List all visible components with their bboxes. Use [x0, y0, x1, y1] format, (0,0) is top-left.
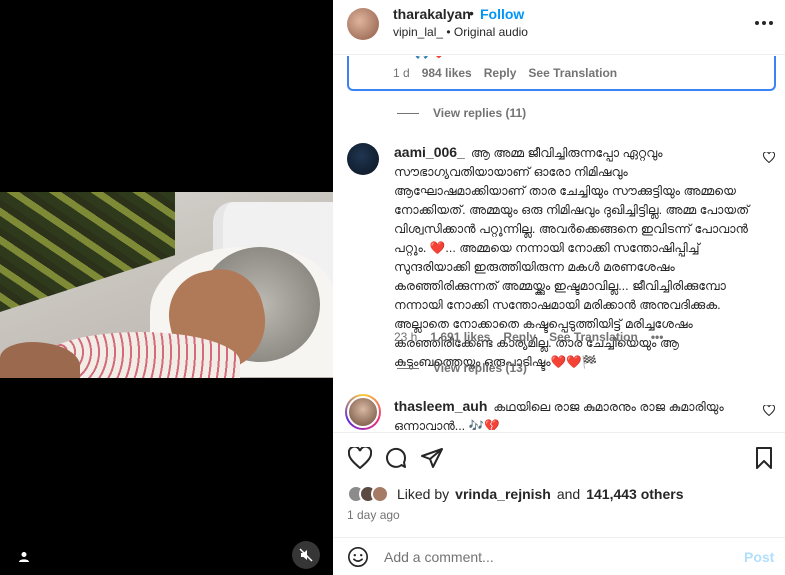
view-replies-label: View replies (13)	[433, 361, 527, 375]
like-button[interactable]	[347, 445, 373, 471]
follow-button[interactable]: Follow	[480, 6, 524, 22]
user-icon	[19, 552, 29, 562]
comment-avatar-story-ring[interactable]	[345, 394, 381, 430]
emoji-icon[interactable]	[347, 546, 369, 568]
comment-input[interactable]	[384, 547, 724, 567]
replies-divider-line	[397, 367, 419, 369]
add-comment-bar: Post	[333, 537, 785, 575]
post-comment-button[interactable]: Post	[744, 549, 774, 565]
tagged-users-button[interactable]	[14, 547, 34, 567]
view-replies-button[interactable]: View replies (13)	[397, 361, 527, 375]
reply-button[interactable]: Reply	[503, 330, 536, 344]
liked-by-and: and	[556, 486, 581, 502]
liked-by-user[interactable]: vrinda_rejnish	[455, 486, 551, 502]
post-sidebar: tharakalyan • Follow vipin_lal_ • Origin…	[333, 0, 785, 575]
comment-avatar	[347, 396, 379, 428]
highlighted-comment: 🙏🏻❤️ 1 d 984 likes Reply See Translation	[347, 56, 776, 91]
view-replies-label: View replies (11)	[433, 106, 527, 120]
more-horizontal-icon	[755, 21, 773, 25]
share-button[interactable]	[419, 445, 445, 471]
liked-by-prefix: Liked by	[397, 486, 450, 502]
comment-button[interactable]	[383, 445, 409, 471]
comment-likes[interactable]: 1,691 likes	[430, 330, 490, 344]
comment-bubble-icon	[386, 447, 407, 468]
comment-likes[interactable]: 984 likes	[422, 66, 472, 80]
video-player[interactable]	[0, 192, 333, 378]
header-subtitle: vipin_lal_ • Original audio	[393, 25, 528, 39]
liker-avatar	[371, 485, 389, 503]
liked-by-count[interactable]: 141,443 others	[586, 486, 683, 502]
like-comment-heart-icon[interactable]	[763, 405, 775, 416]
view-replies-button[interactable]: View replies (11)	[397, 106, 526, 120]
like-comment-heart-icon[interactable]	[763, 152, 775, 163]
reply-button[interactable]: Reply	[484, 66, 517, 80]
post-timestamp[interactable]: 1 day ago	[347, 508, 400, 522]
replies-divider-line	[397, 112, 419, 114]
comment-time[interactable]: 23 h	[394, 330, 417, 344]
see-translation-button[interactable]: See Translation	[549, 330, 638, 344]
author-username[interactable]: tharakalyan	[393, 6, 471, 22]
comments-list[interactable]: 🙏🏻❤️ 1 d 984 likes Reply See Translation…	[333, 56, 785, 430]
comment-username[interactable]: thasleem_auh	[394, 398, 487, 414]
comment-more-button[interactable]: •••	[651, 330, 664, 344]
save-button[interactable]	[751, 445, 777, 471]
header-separator: •	[469, 5, 474, 21]
video-scene-blanket	[0, 192, 175, 312]
mute-button[interactable]	[292, 541, 320, 569]
comment-time[interactable]: 1 d	[393, 66, 410, 80]
post-media[interactable]	[0, 0, 333, 575]
collab-username[interactable]: vipin_lal_	[393, 25, 443, 39]
likes-summary[interactable]: Liked by vrinda_rejnish and 141,443 othe…	[347, 485, 684, 503]
comment-meta: 23 h 1,691 likes Reply See Translation •…	[394, 330, 663, 344]
liker-avatars	[347, 485, 389, 503]
heart-icon	[348, 447, 372, 469]
comment-meta: 1 d 984 likes Reply See Translation	[393, 66, 617, 80]
bookmark-icon	[756, 447, 772, 469]
post-header: tharakalyan • Follow vipin_lal_ • Origin…	[333, 0, 785, 55]
see-translation-button[interactable]: See Translation	[528, 66, 617, 80]
comment-username[interactable]: aami_006_	[394, 144, 465, 160]
comment-text: 🙏🏻❤️	[413, 56, 448, 60]
audio-label[interactable]: • Original audio	[446, 25, 528, 39]
more-options-button[interactable]	[753, 12, 775, 34]
speaker-muted-icon	[299, 548, 313, 562]
paper-plane-icon	[421, 448, 443, 468]
comment-avatar[interactable]	[347, 143, 379, 175]
author-avatar[interactable]	[347, 8, 379, 40]
comment-item: thasleem_auh കഥയിലെ രാജ കുമാരനും രാജ കുമാ…	[394, 397, 739, 430]
post-actions: Liked by vrinda_rejnish and 141,443 othe…	[333, 432, 785, 532]
